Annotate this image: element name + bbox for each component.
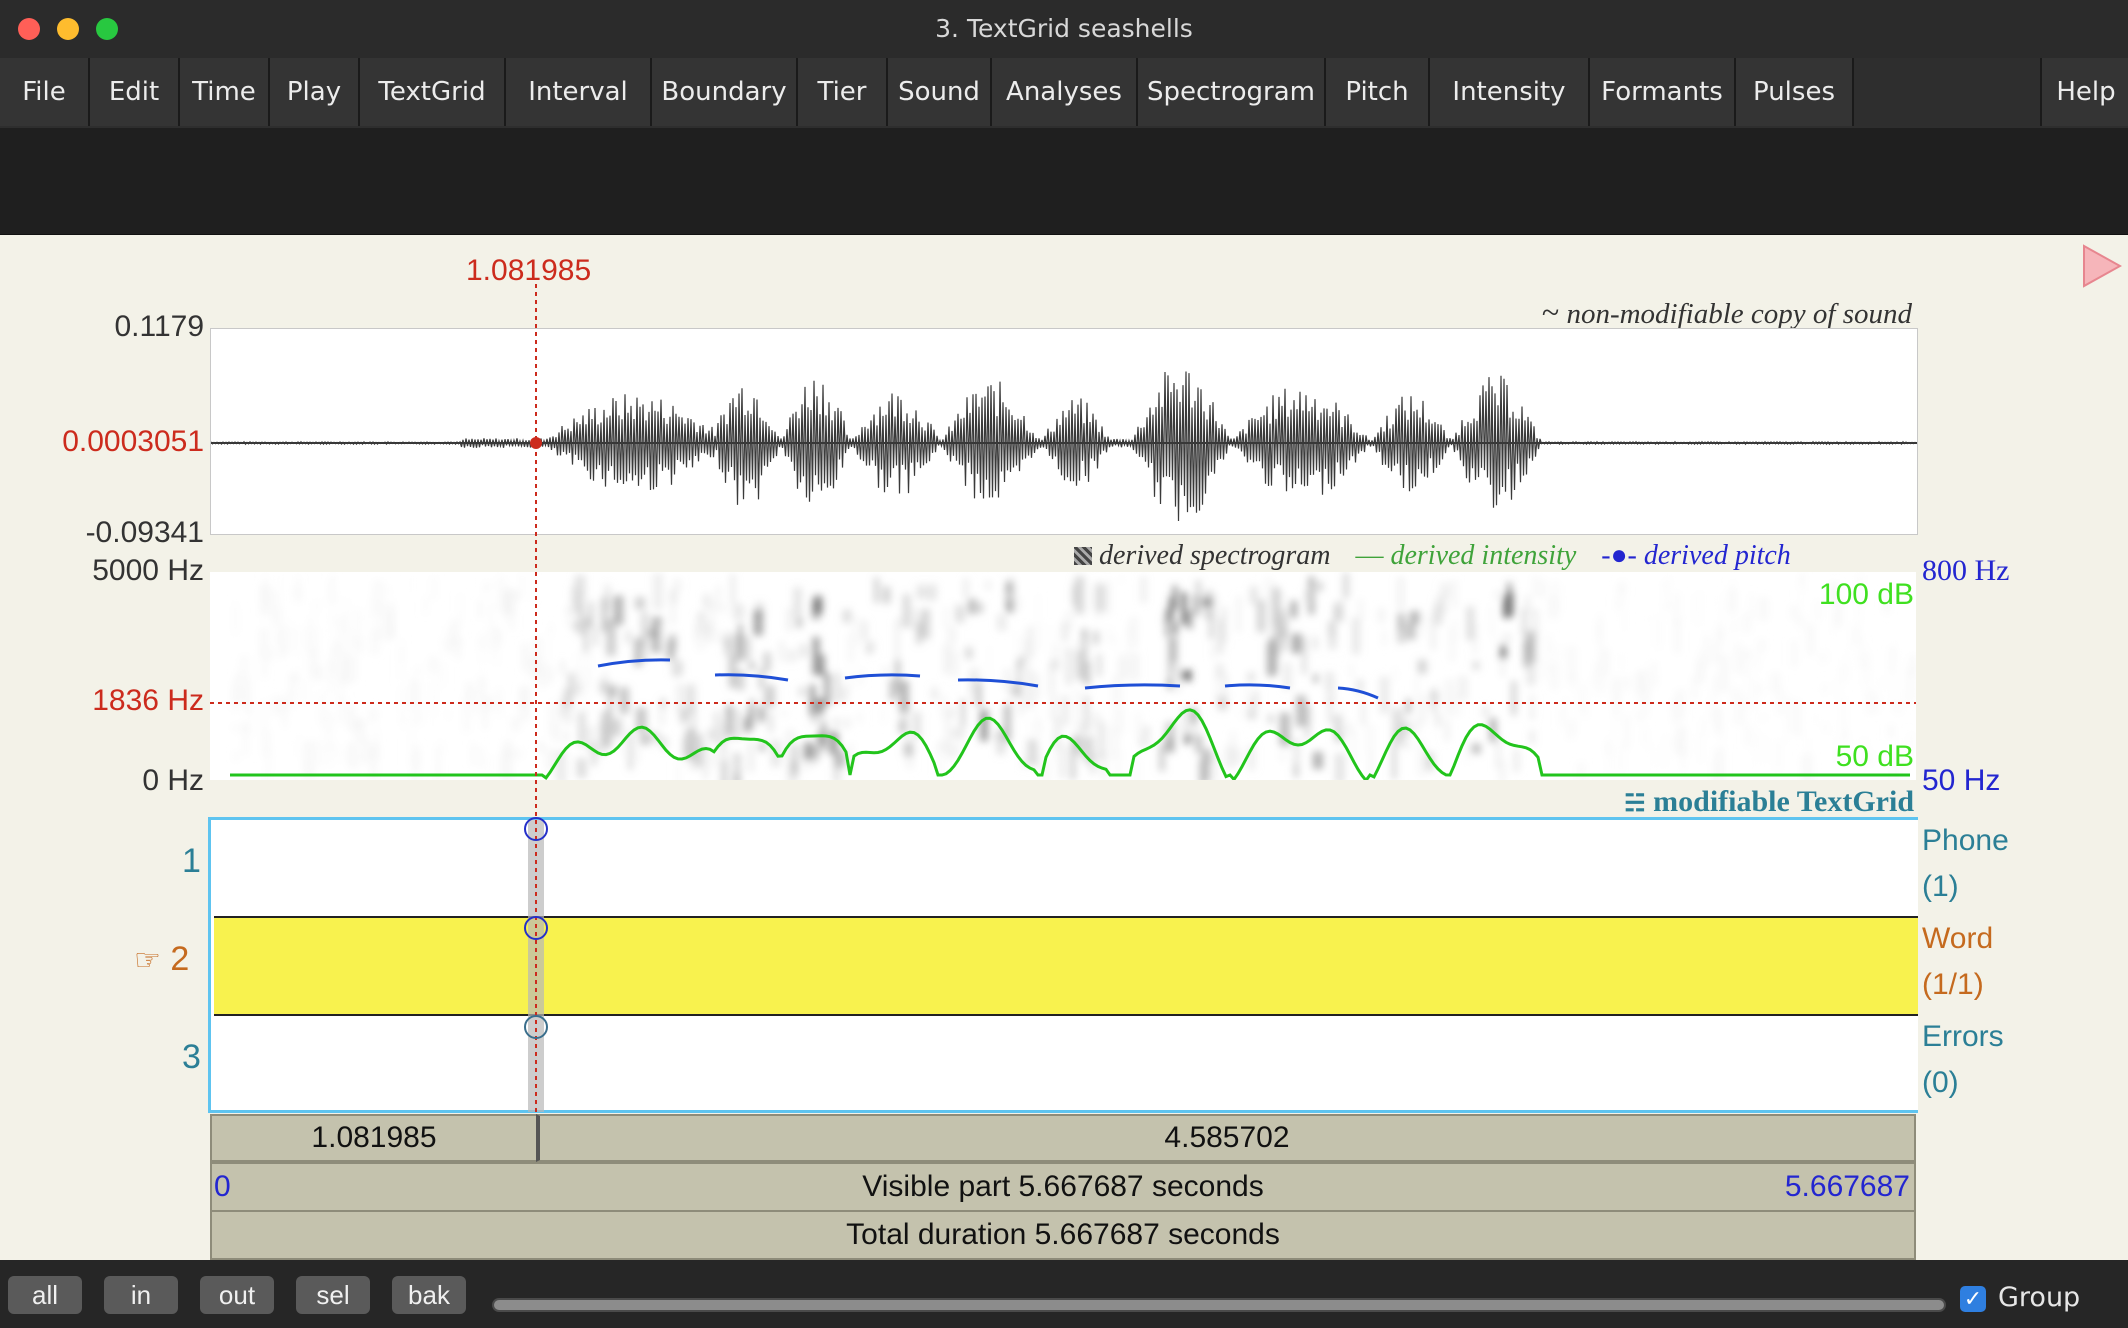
tier-2-number-text: 2 <box>170 940 190 978</box>
spectrogram-legend-text: derived spectrogram <box>1099 540 1331 571</box>
spectrogram-legend-icon <box>1074 547 1092 565</box>
textgrid-label: ☵ modifiable TextGrid <box>1624 785 1914 819</box>
play-window-icon[interactable] <box>2082 244 2122 288</box>
spectrogram-panel[interactable] <box>210 572 1918 796</box>
spectrogram-freq-max: 5000 Hz <box>92 554 204 587</box>
menu-file[interactable]: File <box>0 58 90 126</box>
pitch-axis-max-text: 800 Hz <box>1922 554 2010 587</box>
pitch-segment <box>844 673 921 680</box>
title-bar: 3. TextGrid seashells <box>0 0 2128 59</box>
waveform-panel[interactable] <box>210 328 1918 535</box>
menu-intensity[interactable]: Intensity <box>1430 58 1590 126</box>
pitch-segment <box>1224 683 1291 690</box>
segment-right-duration: 4.585702 <box>1164 1121 1290 1154</box>
segment-left-duration: 1.081985 <box>311 1121 437 1154</box>
zoom-out-button[interactable]: out <box>200 1276 274 1314</box>
visible-start-time: 0 <box>214 1170 231 1203</box>
group-label: Group <box>1998 1282 2081 1313</box>
waveform-y-cursor: 0.0003051 <box>62 425 204 458</box>
menu-help[interactable]: Help <box>2040 58 2128 126</box>
spectrogram-freq-min: 0 Hz <box>142 764 204 797</box>
zoom-in-button[interactable]: in <box>104 1276 178 1314</box>
spectrogram-energy <box>230 572 1918 796</box>
tier-errors[interactable] <box>214 1016 1918 1110</box>
textgrid-label-text: modifiable TextGrid <box>1653 785 1914 818</box>
scrollbar-thumb[interactable] <box>494 1300 1944 1310</box>
visible-part-text: Visible part 5.667687 seconds <box>862 1170 1264 1203</box>
pitch-axis-max: 800 Hz <box>1922 554 2009 588</box>
menu-textgrid[interactable]: TextGrid <box>360 58 506 126</box>
waveform-plot <box>210 371 1917 522</box>
waveform-y-max: 0.1179 <box>114 310 204 343</box>
window-title: 3. TextGrid seashells <box>935 14 1193 43</box>
intensity-axis-max: 100 dB <box>1818 578 1914 611</box>
menu-spectrogram[interactable]: Spectrogram <box>1138 58 1326 126</box>
zoom-all-button[interactable]: all <box>8 1276 82 1314</box>
waveform-y-min: -0.09341 <box>85 516 204 549</box>
tier-3-number: 3 <box>182 1038 201 1076</box>
tier-2-number: ☞ 2 <box>134 940 189 979</box>
menu-pulses[interactable]: Pulses <box>1736 58 1854 126</box>
menu-edit[interactable]: Edit <box>90 58 180 126</box>
tier-1-name[interactable]: Phone <box>1922 824 2009 858</box>
tier-phone[interactable] <box>214 820 1918 916</box>
menu-tier[interactable]: Tier <box>798 58 888 126</box>
spectrogram-freq-cursor: 1836 Hz <box>92 684 204 717</box>
intensity-legend-text: derived intensity <box>1390 540 1577 571</box>
textgrid-panel[interactable] <box>208 817 1918 1113</box>
checkmark-icon: ✓ <box>1963 1286 1983 1311</box>
menu-play[interactable]: Play <box>270 58 360 126</box>
tier-2-count: (1/1) <box>1922 968 1984 1001</box>
pitch-segment <box>597 658 671 668</box>
menu-sound[interactable]: Sound <box>888 58 992 126</box>
tier-1-count: (1) <box>1922 870 1959 903</box>
intensity-legend-icon: — <box>1355 540 1384 571</box>
toolbar-area <box>0 128 2128 236</box>
tier-3-count: (0) <box>1922 1066 1959 1099</box>
tier-3-name[interactable]: Errors <box>1922 1020 2004 1054</box>
visible-part-bar[interactable]: 0 Visible part 5.667687 seconds 5.667687 <box>210 1162 1916 1212</box>
total-duration-text: Total duration 5.667687 seconds <box>846 1218 1280 1251</box>
pitch-legend-icon: -●- <box>1601 540 1637 571</box>
group-checkbox[interactable]: ✓ <box>1960 1286 1986 1312</box>
pitch-segment <box>1084 683 1181 690</box>
waveform-legend: ~ non-modifiable copy of sound <box>1542 294 1912 331</box>
tier-2-name[interactable]: Word <box>1922 922 1993 956</box>
visible-end-time: 5.667687 <box>1784 1170 1910 1203</box>
segment-right-bar[interactable]: 4.585702 <box>536 1114 1916 1162</box>
wave-icon: ~ <box>1541 294 1560 330</box>
spectrogram-plot <box>210 572 1918 796</box>
menu-boundary[interactable]: Boundary <box>652 58 798 126</box>
menu-time[interactable]: Time <box>180 58 270 126</box>
zoom-selection-button[interactable]: sel <box>296 1276 370 1314</box>
menu-interval[interactable]: Interval <box>506 58 652 126</box>
tier-1-number: 1 <box>182 842 201 880</box>
textgrid-icon: ☵ <box>1624 791 1646 817</box>
spectrogram-legend: derived spectrogram — derived intensity … <box>1074 540 1791 572</box>
pitch-segment <box>714 673 789 682</box>
waveform-trace <box>210 371 1917 522</box>
menu-formants[interactable]: Formants <box>1590 58 1736 126</box>
tier-word[interactable] <box>214 916 1918 1016</box>
cursor-time-label: 1.081985 <box>466 254 592 287</box>
zoom-back-button[interactable]: bak <box>392 1276 466 1314</box>
menu-pitch[interactable]: Pitch <box>1326 58 1430 126</box>
pitch-legend-text: derived pitch <box>1643 540 1791 571</box>
total-duration-bar[interactable]: Total duration 5.667687 seconds <box>210 1210 1916 1260</box>
segment-left-bar[interactable]: 1.081985 <box>210 1114 538 1162</box>
waveform-legend-text: non-modifiable copy of sound <box>1566 298 1912 330</box>
pitch-axis-min: 50 Hz <box>1922 764 2001 797</box>
menu-bar: File Edit Time Play TextGrid Interval Bo… <box>0 58 2128 128</box>
pointing-hand-icon: ☞ <box>134 943 161 978</box>
menu-analyses[interactable]: Analyses <box>992 58 1138 126</box>
intensity-axis-min: 50 dB <box>1835 740 1914 773</box>
